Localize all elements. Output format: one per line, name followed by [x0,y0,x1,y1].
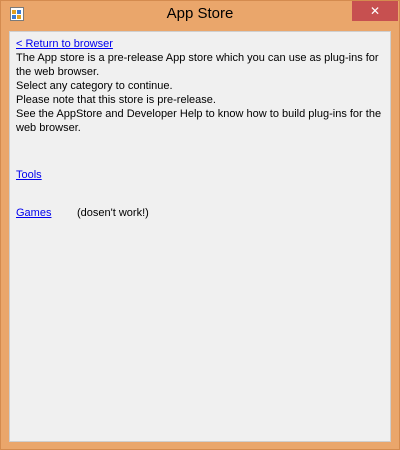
games-status-note: (dosen't work!) [77,207,149,219]
tools-link[interactable]: Tools [16,169,42,181]
games-link[interactable]: Games [16,207,51,219]
app-store-window: App Store ✕ < Return to browser The App … [0,0,400,450]
tools-category: Tools [16,169,42,181]
description-line: Please note that this store is pre-relea… [16,94,216,106]
title-bar[interactable]: App Store ✕ [1,1,399,28]
close-icon: ✕ [369,4,381,18]
close-button[interactable]: ✕ [352,1,398,21]
description-line: the web browser. [16,66,100,78]
description-line: web browser. [16,122,81,134]
description-line: See the AppStore and Developer Help to k… [16,108,382,120]
description-line: The App store is a pre-release App store… [16,52,379,64]
client-area: < Return to browser The App store is a p… [9,31,391,442]
games-category: Games (dosen't work!) [16,207,149,219]
return-to-browser-link[interactable]: < Return to browser [16,37,386,51]
intro-text: < Return to browser The App store is a p… [16,37,386,135]
window-title: App Store [166,5,234,22]
description-line: Select any category to continue. [16,80,173,92]
